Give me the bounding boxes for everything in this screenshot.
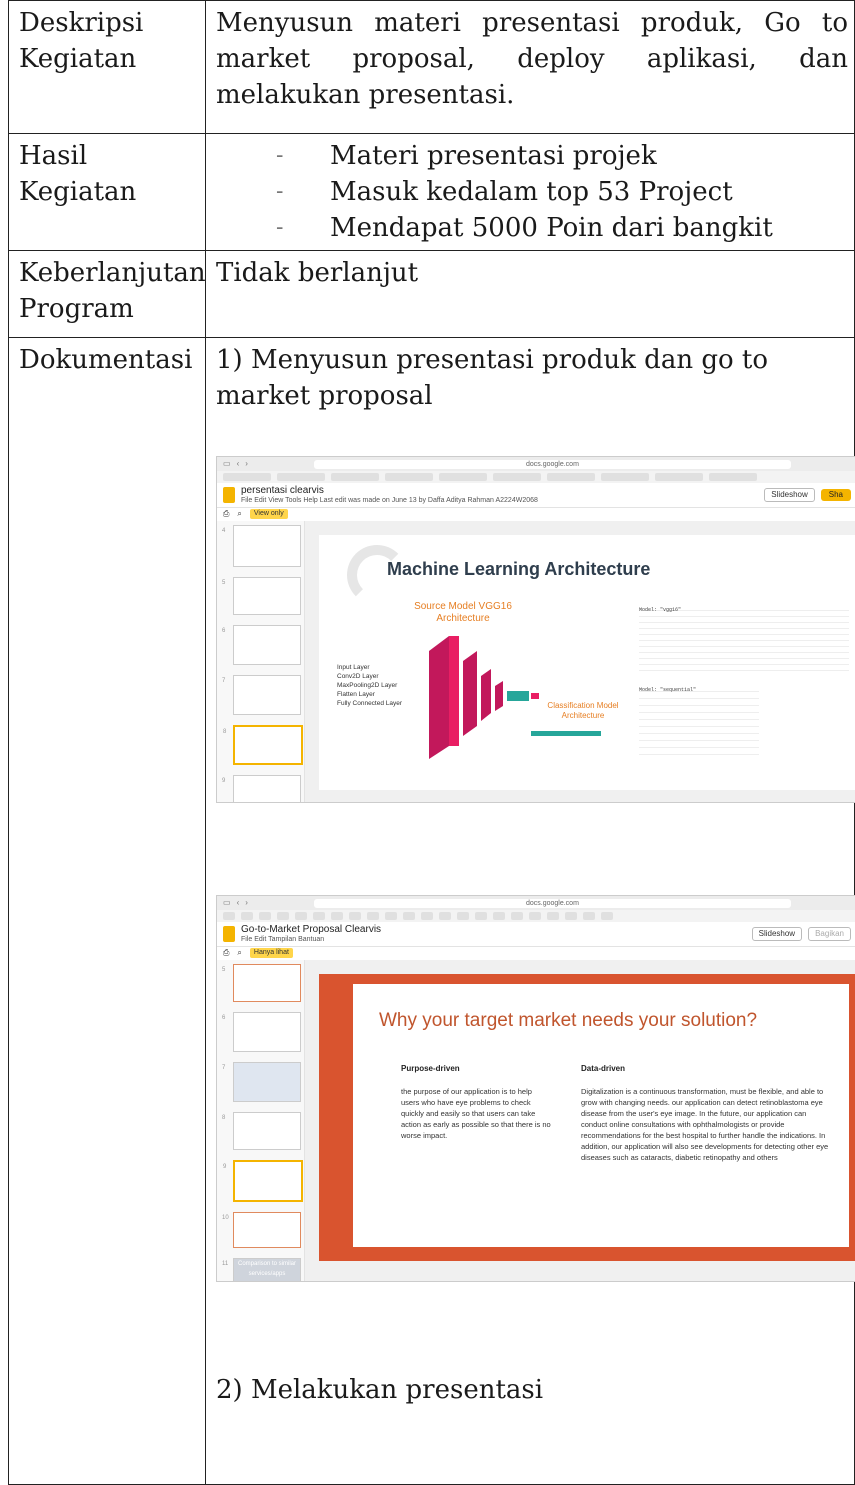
list-item: Masuk kedalam top 53 Project	[276, 174, 848, 210]
legend-item: Conv2D Layer	[337, 673, 379, 680]
doc-menu: File Edit View Tools Help Last edit was …	[241, 496, 538, 504]
hasil-cell: Materi presentasi projek Masuk kedalam t…	[205, 133, 855, 251]
print-icon: ⎙	[223, 509, 230, 518]
col2-heading: Data-driven	[581, 1064, 626, 1073]
view-only-pill: Hanya lihat	[249, 948, 293, 958]
sidebar-icon: ▭	[223, 898, 231, 907]
col2-body: Digitalization is a continuous transform…	[581, 1087, 829, 1162]
dokumentasi-cell: 1) Menyusun presentasi produk dan go to …	[205, 337, 855, 1485]
source-title: Source Model VGG16 Architecture	[414, 601, 512, 624]
doc-title: Go-to-Market Proposal Clearvis	[241, 923, 382, 935]
address-bar: docs.google.com	[313, 898, 791, 908]
slides-logo-icon	[223, 926, 235, 942]
slide-thumb: 7	[222, 675, 301, 715]
sidebar-icon: ▭	[223, 459, 231, 468]
hasil-list: Materi presentasi projek Masuk kedalam t…	[216, 138, 848, 246]
slide-thumb-selected: 9	[223, 1160, 303, 1202]
slides-toolbar: ⎙ ⌕ View only	[217, 508, 855, 520]
slides-toolbar: ⎙ ⌕ Hanya lihat	[217, 947, 855, 959]
slide-ml: Machine Learning Architecture Source Mod…	[319, 535, 855, 790]
slide-thumb: 8	[222, 1112, 301, 1150]
slide-thumb: 9	[222, 775, 301, 802]
slide-title: Why your target market needs your soluti…	[379, 1010, 758, 1031]
slides-body: 5 6 7 8 9 10 11 Comparison to similar ser…	[217, 960, 855, 1281]
print-icon: ⎙	[223, 948, 230, 957]
thumbnail-panel: 4 5 6 7 8 9 10	[217, 521, 305, 802]
label-deskripsi: Deskripsi Kegiatan	[8, 0, 206, 134]
legend-item: Input Layer	[337, 664, 370, 671]
slide-canvas: Machine Learning Architecture Source Mod…	[305, 521, 855, 802]
step1-text: 1) Menyusun presentasi produk dan go to …	[216, 345, 768, 411]
slide-thumb: 5	[222, 964, 301, 1002]
browser-toolbar: ▭ ‹ › docs.google.com	[217, 457, 855, 471]
slide-thumb-selected: 8	[223, 725, 303, 765]
model-summary-seq: Model: "sequential"	[639, 685, 759, 755]
slides-header: Go-to-Market Proposal Clearvis File Edit…	[217, 922, 855, 947]
address-bar: docs.google.com	[313, 459, 791, 469]
slide-canvas: Why your target market needs your soluti…	[305, 960, 855, 1281]
col1-body: the purpose of our application is to hel…	[401, 1087, 551, 1140]
label-hasil: Hasil Kegiatan	[8, 133, 206, 251]
slide-thumb: 6	[222, 1012, 301, 1052]
legend: Input Layer Conv2D Layer MaxPooling2D La…	[337, 663, 402, 708]
share-button: Bagikan	[808, 927, 851, 941]
model-name: Model: "vgg16"	[639, 607, 682, 613]
keberlanjutan-text: Tidak berlanjut	[205, 250, 855, 338]
step2-text: 2) Melakukan presentasi	[216, 1375, 544, 1405]
slideshow-button: Slideshow	[751, 927, 803, 941]
legend-item: Flatten Layer	[337, 691, 375, 698]
bookmark-bar	[217, 471, 855, 483]
list-item: Mendapat 5000 Poin dari bangkit	[276, 210, 848, 246]
col1-heading: Purpose-driven	[401, 1064, 460, 1073]
slide-title: Machine Learning Architecture	[387, 559, 651, 579]
doc-title: persentasi clearvis	[241, 484, 324, 496]
activity-report-table: Deskripsi Kegiatan Menyusun materi prese…	[8, 0, 855, 1485]
deskripsi-text: Menyusun materi presentasi produk, Go to…	[205, 0, 855, 134]
slide-inner: Why your target market needs your soluti…	[353, 984, 849, 1247]
class-title: Classification Model Architecture	[547, 701, 619, 720]
label-dokumentasi: Dokumentasi	[8, 337, 206, 1485]
forward-icon: ›	[245, 898, 248, 907]
thumb-text: Comparison to similar services/apps	[237, 1261, 297, 1277]
forward-icon: ›	[245, 459, 248, 468]
screenshot-slides-ml: ▭ ‹ › docs.google.com persentasi clearvi…	[216, 456, 855, 803]
bookmark-bar	[217, 910, 855, 922]
browser-toolbar: ▭ ‹ › docs.google.com	[217, 896, 855, 910]
share-button: Sha	[820, 489, 851, 501]
legend-item: MaxPooling2D Layer	[337, 682, 398, 689]
slide-thumb: 6	[222, 625, 301, 665]
view-only-pill: View only	[249, 509, 288, 519]
slide-thumb: 10	[222, 1212, 301, 1248]
zoom-icon: ⌕	[237, 509, 242, 518]
legend-item: Fully Connected Layer	[337, 700, 403, 707]
thumbnail-panel: 5 6 7 8 9 10 11 Comparison to similar ser…	[217, 960, 305, 1281]
doc-menu: File Edit Tampilan Bantuan	[241, 935, 325, 943]
slides-header: persentasi clearvis File Edit View Tools…	[217, 483, 855, 508]
slide-thumb: 7	[222, 1062, 301, 1102]
list-item: Materi presentasi projek	[276, 138, 848, 174]
slides-logo-icon	[223, 487, 235, 503]
slide-gtm: Why your target market needs your soluti…	[319, 974, 855, 1261]
slides-body: 4 5 6 7 8 9 10 Machine Learning Architec…	[217, 521, 855, 802]
slideshow-button: Slideshow	[764, 488, 815, 502]
zoom-icon: ⌕	[237, 948, 242, 957]
slide-thumb: 11 Comparison to similar services/apps	[222, 1258, 301, 1281]
back-icon: ‹	[236, 459, 240, 468]
back-icon: ‹	[236, 898, 240, 907]
screenshot-slides-gtm: ▭ ‹ › docs.google.com Go-to-Market Propo…	[216, 895, 855, 1282]
slide-thumb: 4	[222, 525, 301, 567]
seq-name: Model: "sequential"	[639, 687, 697, 693]
model-summary-vgg16: Model: "vgg16"	[639, 605, 849, 675]
vgg-diagram	[429, 636, 601, 759]
slide-thumb: 5	[222, 577, 301, 615]
label-keberlanjutan: Keberlanjutan Program	[8, 250, 206, 338]
